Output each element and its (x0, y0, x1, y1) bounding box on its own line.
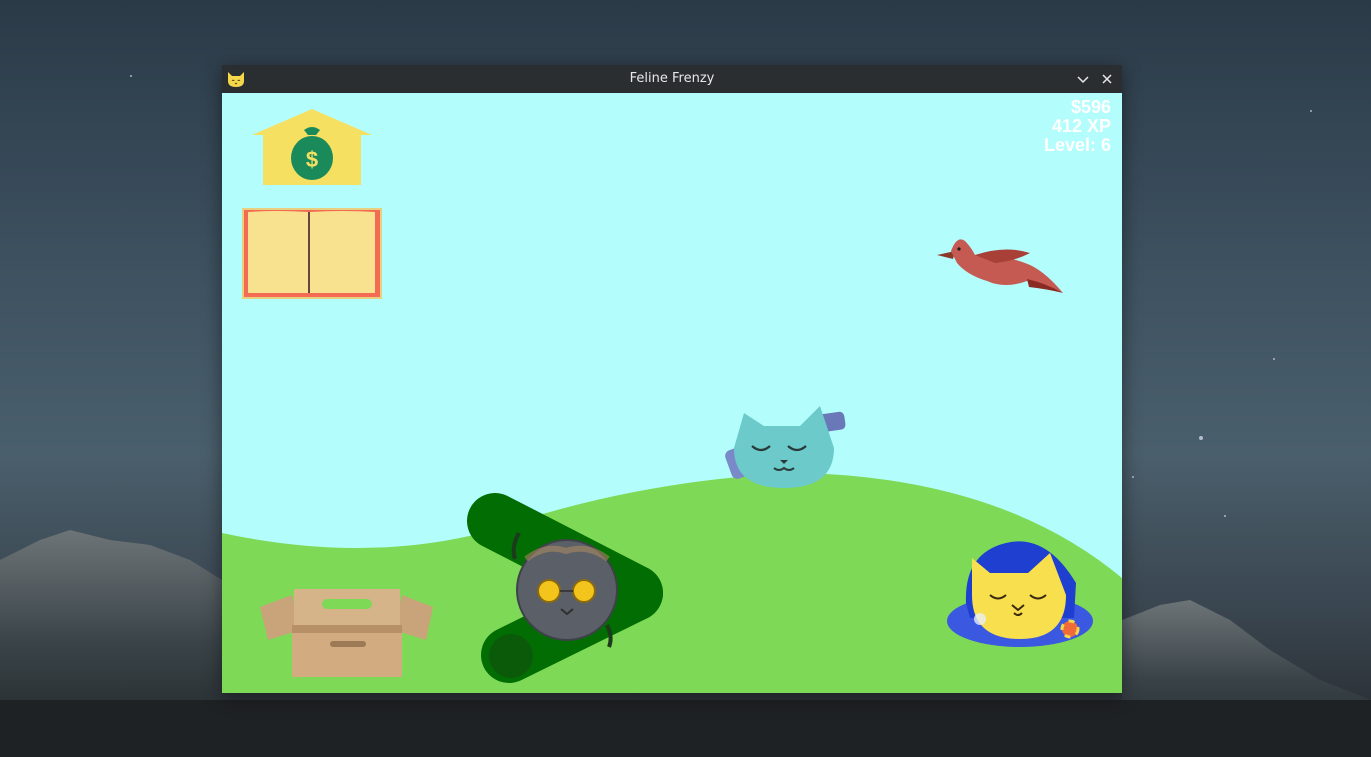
shop-button[interactable]: $ (250, 108, 374, 188)
yellow-cat-in-blue-bed[interactable] (946, 533, 1094, 648)
minimize-icon[interactable] (1074, 70, 1092, 88)
star (1273, 358, 1275, 360)
star (1310, 110, 1312, 112)
money-display: $596 (1070, 97, 1111, 117)
xp-display: 412 XP (1051, 116, 1111, 136)
svg-text:$: $ (306, 147, 318, 172)
star (130, 75, 132, 77)
level-display: Level: 6 (1043, 135, 1111, 155)
hud-stats: $596 412 XP Level: 6 (1044, 98, 1111, 155)
teal-cat-with-bottle[interactable] (722, 398, 852, 493)
star (1224, 515, 1226, 517)
title-bar[interactable]: Feline Frenzy (222, 65, 1122, 93)
cardboard-box[interactable] (260, 585, 435, 679)
gray-cat-with-sunglasses[interactable] (516, 539, 618, 641)
star (1199, 436, 1203, 440)
window-title: Feline Frenzy (629, 71, 715, 86)
game-canvas[interactable]: $596 412 XP Level: 6 $ (222, 93, 1122, 693)
open-book-icon (248, 211, 308, 293)
book-button[interactable] (241, 207, 383, 300)
close-icon[interactable] (1098, 70, 1116, 88)
game-window: Feline Frenzy $596 412 XP Level: 6 $ (222, 65, 1122, 693)
star (1132, 476, 1134, 478)
cardinal-bird (937, 239, 1063, 293)
